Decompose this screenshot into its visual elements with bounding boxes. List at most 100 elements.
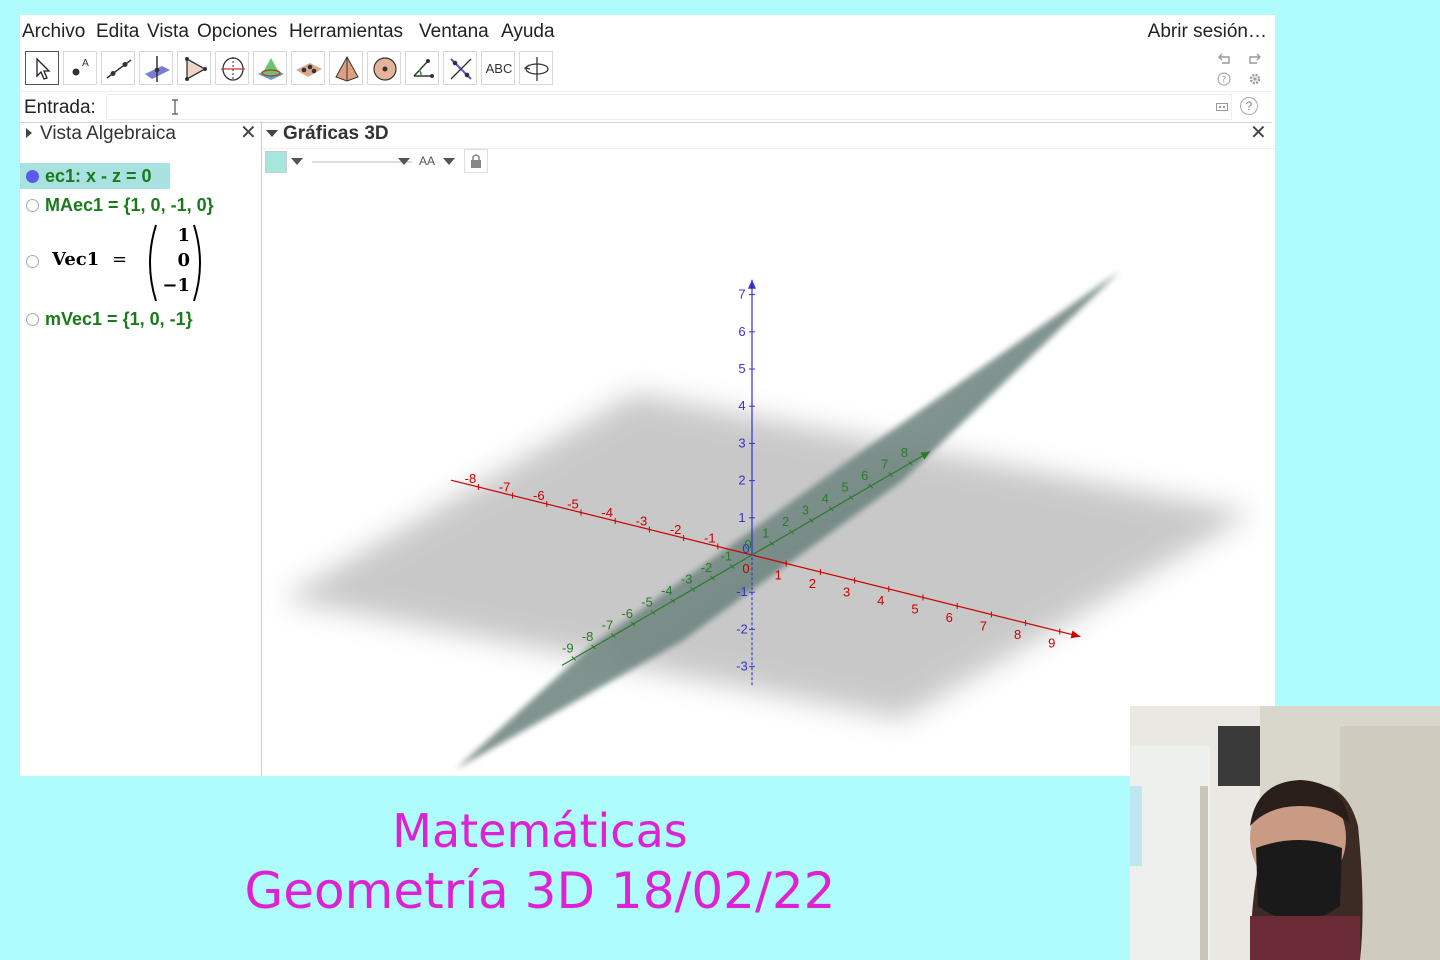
move-tool-icon (36, 57, 51, 80)
keyboard-icon[interactable] (1216, 103, 1228, 111)
algebra-item-vec1[interactable]: Vec1 = 1 0 −1 (20, 221, 260, 305)
x-tick-label: -6 (533, 488, 545, 503)
rotate-view-tool-icon (523, 57, 549, 81)
z-tick-label: 4 (738, 398, 745, 413)
y-tick-label: 8 (901, 445, 908, 460)
x-tick-label: -8 (465, 471, 477, 486)
z-tick-label: 2 (738, 473, 745, 488)
z-tick-label: 3 (738, 435, 745, 450)
algebra-header: Vista Algebraica ✕ (20, 121, 261, 147)
geogebra-window: Archivo Edita Vista Opciones Herramienta… (20, 15, 1275, 776)
menu-archivo[interactable]: Archivo (22, 21, 85, 43)
algebra-item-maec1[interactable]: MAec1 = {1, 0, -1, 0} (20, 193, 260, 219)
z-tick-label: -3 (736, 659, 748, 674)
visibility-toggle-icon[interactable] (26, 170, 39, 183)
input-help-icon[interactable]: ? (1240, 97, 1258, 115)
webcam-video (1130, 706, 1440, 960)
vec1-name: Vec1 (52, 249, 100, 270)
origin-label-y: 0 (744, 537, 751, 552)
settings-gear-icon[interactable] (1247, 71, 1263, 87)
menu-bar: Archivo Edita Vista Opciones Herramienta… (20, 15, 1275, 49)
sphere-tool-button[interactable] (367, 51, 401, 85)
redo-icon[interactable] (1247, 51, 1263, 67)
y-tick-label: -7 (602, 618, 614, 633)
text-tool-icon: ABC (485, 61, 513, 76)
polygon-tool-icon (185, 57, 207, 81)
close-algebra-icon[interactable]: ✕ (240, 123, 257, 143)
z-tick-label: -1 (736, 584, 748, 599)
vec1-y: 0 (177, 250, 190, 271)
angle-tool-icon (413, 59, 434, 78)
mvec1-text: mVec1 = {1, 0, -1} (45, 309, 193, 329)
algebra-item-ec1[interactable]: ec1: x - z = 0 (20, 163, 170, 189)
y-tick-label: 3 (802, 503, 809, 518)
y-tick-label: -6 (621, 606, 633, 621)
z-tick-label: 7 (738, 287, 745, 302)
z-tick-label: 5 (738, 361, 745, 376)
move-tool-button[interactable] (25, 51, 59, 85)
intersect-surfaces-tool-button[interactable] (253, 51, 287, 85)
menu-ventana[interactable]: Ventana (419, 21, 489, 43)
y-tick-label: 7 (881, 457, 888, 472)
undo-icon[interactable] (1216, 51, 1232, 67)
z-tick-label: 1 (738, 510, 745, 525)
menu-edita[interactable]: Edita (96, 21, 139, 43)
algebra-title: Vista Algebraica (40, 123, 176, 144)
visibility-toggle-icon[interactable] (26, 199, 39, 212)
y-tick-label: 5 (841, 480, 848, 495)
y-tick-label: 1 (762, 526, 769, 541)
svg-text:?: ? (1222, 76, 1227, 86)
origin-label-x: 0 (742, 561, 749, 576)
pyramid-tool-icon (335, 55, 359, 82)
x-tick-label: 9 (1048, 636, 1055, 651)
z-tick-label: 6 (738, 324, 745, 339)
vec1-equals: = (112, 249, 128, 270)
visibility-toggle-icon[interactable] (26, 313, 39, 326)
polygon-tool-button[interactable] (177, 51, 211, 85)
toolbar: A ABC ? (20, 51, 1275, 91)
angle-tool-button[interactable] (405, 51, 439, 85)
presenter-video-icon (1130, 706, 1440, 960)
input-bar: Entrada: ? (20, 91, 1272, 123)
x-tick-label: -1 (704, 531, 716, 546)
rotate-view-tool-button[interactable] (519, 51, 553, 85)
line-tool-button[interactable] (101, 51, 135, 85)
text-tool-button[interactable]: ABC (481, 51, 515, 85)
x-tick-label: 3 (843, 585, 850, 600)
x-tick-label: -4 (601, 505, 613, 520)
maec1-text: MAec1 = {1, 0, -1, 0} (45, 195, 214, 215)
pyramid-tool-button[interactable] (329, 51, 363, 85)
point-tool-button[interactable]: A (63, 51, 97, 85)
y-tick-label: -5 (641, 595, 653, 610)
line-tool-icon (106, 59, 132, 79)
y-tick-label: -1 (720, 549, 732, 564)
visibility-toggle-icon[interactable] (26, 255, 39, 268)
menu-opciones[interactable]: Opciones (197, 21, 277, 43)
x-tick-label: 2 (809, 576, 816, 591)
input-label: Entrada: (24, 97, 96, 118)
perpendicular-tool-button[interactable] (139, 51, 173, 85)
reflect-tool-icon (450, 58, 472, 80)
menu-herramientas[interactable]: Herramientas (289, 21, 403, 43)
algebra-item-mvec1[interactable]: mVec1 = {1, 0, -1} (20, 307, 260, 333)
input-field[interactable] (106, 94, 1232, 120)
login-link[interactable]: Abrir sesión… (1148, 21, 1267, 43)
help-icon[interactable]: ? (1216, 71, 1232, 87)
x-tick-label: -3 (636, 514, 648, 529)
vec1-x: 1 (177, 225, 190, 246)
x-tick-label: 8 (1014, 627, 1021, 642)
collapse-triangle-icon[interactable] (25, 127, 33, 139)
menu-ayuda[interactable]: Ayuda (501, 21, 555, 43)
y-tick-label: -4 (661, 583, 673, 598)
x-tick-label: 7 (980, 619, 987, 634)
scene-3d[interactable]: -8-7-6-5-4-3-2-1123456789-9-8-7-6-5-4-3-… (262, 121, 1275, 776)
circle-axis-tool-button[interactable] (215, 51, 249, 85)
plane-tool-button[interactable] (291, 51, 325, 85)
z-tick-label: -2 (736, 621, 748, 636)
intersect-surfaces-tool-icon (258, 58, 284, 80)
y-tick-label: -9 (562, 641, 574, 656)
menu-vista[interactable]: Vista (147, 21, 189, 43)
circle-axis-tool-icon (221, 57, 245, 81)
reflect-tool-button[interactable] (443, 51, 477, 85)
y-tick-label: 2 (782, 514, 789, 529)
